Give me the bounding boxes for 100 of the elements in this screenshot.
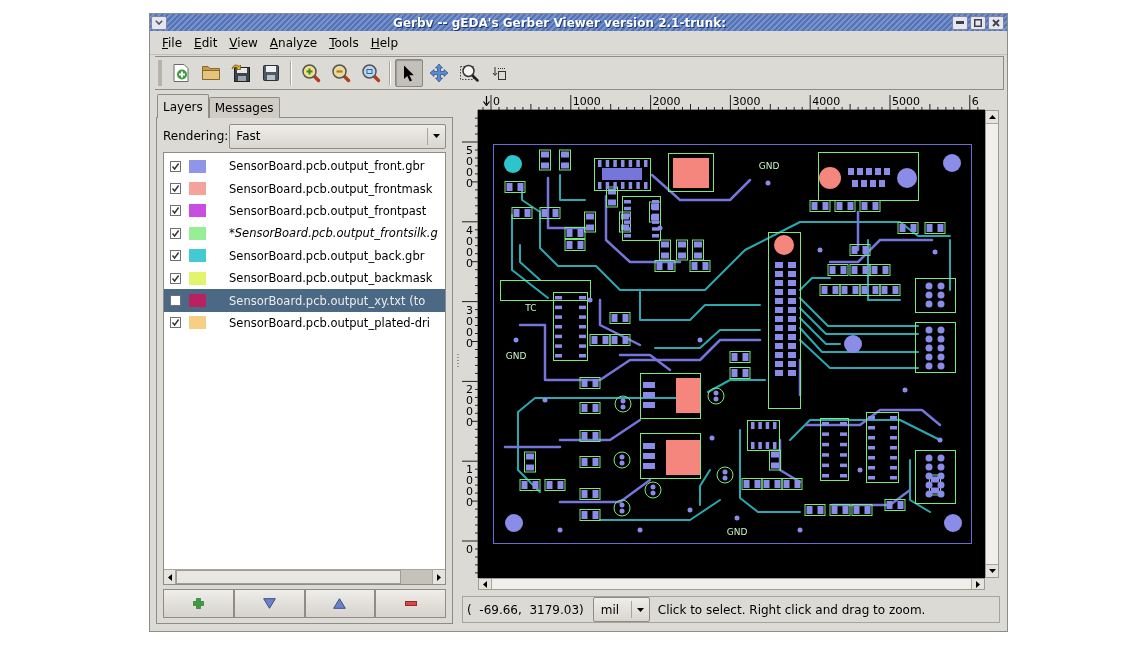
scroll-left-button[interactable] [164, 570, 176, 584]
layer-name: SensorBoard.pcb.output_plated-dri [229, 314, 430, 331]
move-up-button[interactable] [304, 589, 376, 618]
ruler-label: 3000 [465, 304, 474, 349]
ruler-label: 6 [971, 95, 979, 108]
dropdown-arrow-icon [636, 607, 644, 612]
visibility-checkbox[interactable] [170, 227, 181, 239]
layer-row[interactable]: SensorBoard.pcb.output_front.gbr [164, 155, 445, 178]
layer-name: SensorBoard.pcb.output_backmask [229, 270, 433, 287]
magnifier-plus-icon [301, 63, 321, 83]
visibility-checkbox[interactable] [170, 295, 181, 307]
layer-row[interactable]: SensorBoard.pcb.output_xy.txt (to [164, 289, 445, 312]
layer-row[interactable]: *SensorBoard.pcb.output_frontsilk.g [164, 222, 445, 245]
layer-name: SensorBoard.pcb.output_xy.txt (to [229, 292, 426, 309]
ruler-label: 0 [465, 544, 474, 555]
close-button[interactable] [988, 15, 1004, 30]
remove-layer-button[interactable] [375, 589, 446, 618]
silkscreen-label: GND [505, 351, 527, 361]
silkscreen-label: GND [758, 161, 780, 171]
layer-row[interactable]: SensorBoard.pcb.output_frontmask [164, 177, 445, 200]
minus-icon [404, 601, 417, 606]
ruler-label: 4000 [465, 224, 474, 269]
folder-icon [201, 63, 221, 83]
unit-dropdown[interactable]: mil [592, 597, 650, 622]
scroll-down-button[interactable] [986, 564, 998, 577]
scroll-left-button[interactable] [479, 579, 492, 589]
rendering-dropdown[interactable]: Fast [229, 123, 446, 149]
visibility-checkbox[interactable] [170, 183, 181, 195]
scroll-right-button[interactable] [971, 579, 984, 589]
toolbar-grip-icon[interactable] [158, 60, 162, 86]
minimize-icon [956, 21, 964, 24]
visibility-checkbox[interactable] [170, 272, 181, 284]
ruler-label: 3000 [732, 95, 761, 108]
visibility-checkbox[interactable] [170, 317, 181, 329]
ruler-label: 0 [493, 95, 500, 108]
magnifier-icon [361, 63, 381, 83]
close-icon [992, 18, 1000, 27]
status-message: Click to select. Right click and drag to zoom. [657, 601, 926, 619]
visibility-checkbox[interactable] [170, 250, 181, 262]
triangle-down-icon [262, 598, 276, 609]
scroll-thumb[interactable] [176, 570, 401, 584]
pointer-tool-button[interactable] [395, 59, 423, 87]
menu-item[interactable]: Edit [189, 32, 223, 53]
scroll-thumb[interactable] [492, 579, 971, 589]
magnifier-minus-icon [331, 63, 351, 83]
chevron-down-icon [155, 20, 163, 25]
layer-name: SensorBoard.pcb.output_front.gbr [229, 158, 425, 175]
triangle-up-icon [333, 598, 347, 609]
layer-row[interactable]: SensorBoard.pcb.output_plated-dri [164, 311, 445, 335]
ruler-label: 2000 [465, 384, 474, 429]
layer-name: *SensorBoard.pcb.output_frontsilk.g [229, 225, 438, 242]
layer-name: SensorBoard.pcb.output_frontmask [229, 180, 433, 197]
add-layer-button[interactable] [163, 589, 234, 618]
window-title: Gerbv -- gEDA's Gerber Viewer version 2.1-trunk: [392, 14, 727, 31]
ruler-label: 4000 [812, 95, 841, 108]
menu-item[interactable]: Help [365, 32, 404, 53]
silkscreen-label: GND [726, 527, 748, 537]
layer-row[interactable]: SensorBoard.pcb.output_back.gbr [164, 244, 445, 267]
rendering-label: Rendering: [163, 128, 229, 145]
pane-grip-icon[interactable] [456, 354, 459, 368]
window-menu-button[interactable] [151, 15, 167, 30]
four-way-arrows-icon [429, 63, 449, 83]
move-down-button[interactable] [233, 589, 305, 618]
triangle-up-icon [988, 115, 996, 119]
layer-name: SensorBoard.pcb.output_frontpast [229, 202, 427, 219]
cursor-coordinates: ( -69.66, 3179.03) [467, 601, 584, 619]
scroll-up-button[interactable] [986, 111, 998, 124]
visibility-checkbox[interactable] [170, 160, 181, 172]
plus-icon [192, 598, 204, 609]
triangle-down-icon [988, 569, 996, 573]
visibility-checkbox[interactable] [170, 205, 181, 217]
scroll-right-button[interactable] [432, 570, 445, 584]
triangle-right-icon [976, 580, 980, 588]
ruler-label: 1000 [465, 464, 474, 509]
menu-item[interactable]: View [224, 32, 263, 53]
ruler-label: 5000 [892, 95, 920, 108]
arrow-box-icon [492, 66, 506, 80]
tab[interactable]: Messages [208, 97, 280, 118]
cursor-arrow-icon [403, 64, 415, 82]
ruler-label: 5000 [465, 145, 474, 189]
maximize-button[interactable] [970, 15, 986, 30]
scroll-thumb[interactable] [986, 124, 998, 564]
layer-row[interactable]: SensorBoard.pcb.output_backmask [164, 266, 445, 290]
dropdown-arrow-icon [433, 134, 440, 138]
triangle-right-icon [437, 573, 441, 581]
maximize-icon [974, 18, 982, 27]
position-marker-icon [483, 96, 490, 106]
menu-item[interactable]: Tools [324, 32, 364, 53]
menu-item[interactable]: Analyze [264, 32, 323, 53]
layer-name: SensorBoard.pcb.output_back.gbr [229, 247, 425, 264]
triangle-left-icon [483, 580, 487, 588]
silkscreen-label: TC [525, 303, 537, 313]
floppy-arrow-icon [231, 63, 251, 83]
menu-item[interactable]: File [157, 32, 188, 53]
page-plus-icon [171, 63, 191, 83]
tab[interactable]: Layers [157, 94, 209, 118]
ruler-label: 1000 [572, 95, 601, 108]
ruler-label: 2000 [652, 95, 681, 108]
minimize-button[interactable] [952, 15, 968, 30]
layer-row[interactable]: SensorBoard.pcb.output_frontpast [164, 199, 445, 223]
